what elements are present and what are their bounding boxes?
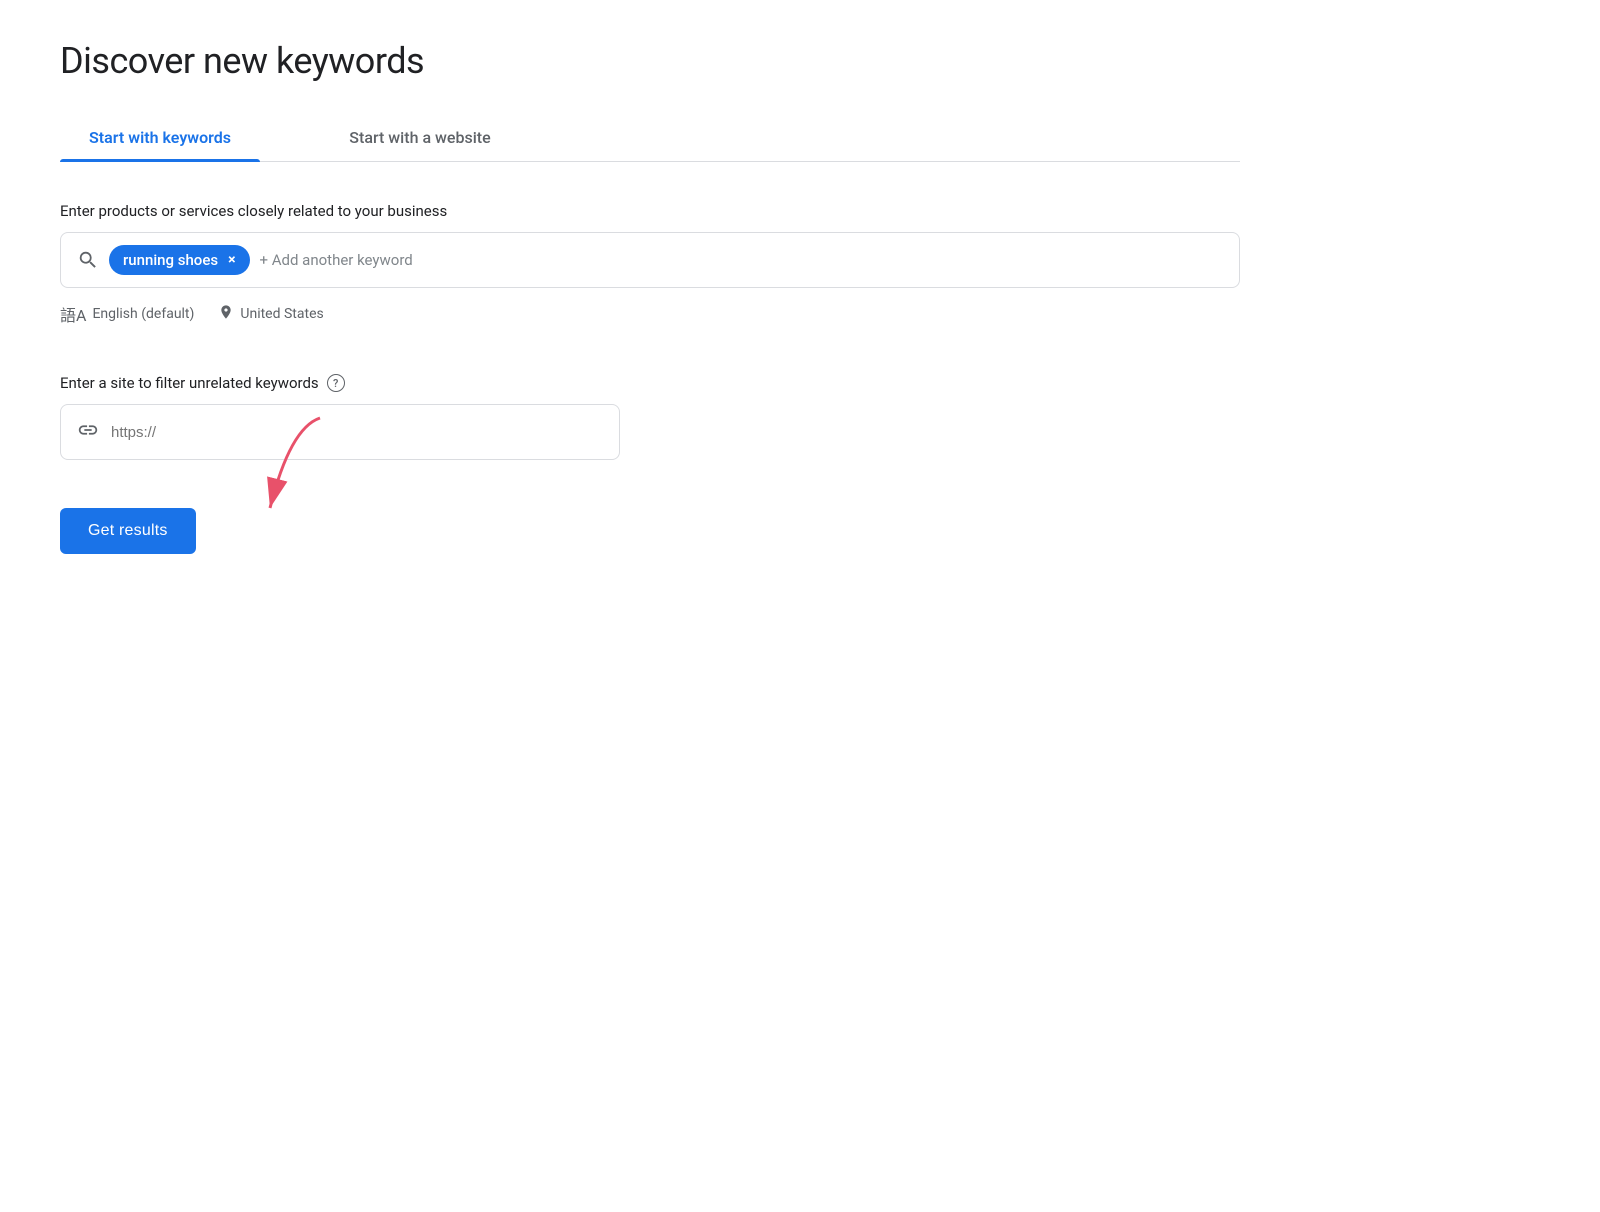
keyword-chip[interactable]: running shoes × xyxy=(109,245,250,275)
get-results-button[interactable]: Get results xyxy=(60,508,196,554)
language-label: English (default) xyxy=(92,306,194,322)
location-icon xyxy=(218,304,234,324)
url-input-container[interactable] xyxy=(60,404,620,460)
tabs-container: Start with keywords Start with a website xyxy=(60,114,1240,162)
link-icon xyxy=(77,419,99,446)
keyword-input-box[interactable]: running shoes × + Add another keyword xyxy=(60,232,1240,288)
translate-icon: 語A xyxy=(60,302,86,326)
meta-row: 語A English (default) United States xyxy=(60,302,1240,326)
chip-label: running shoes xyxy=(123,251,218,269)
search-icon xyxy=(77,249,99,271)
url-input[interactable] xyxy=(111,424,603,441)
tab-content-keywords: Enter products or services closely relat… xyxy=(60,162,1240,554)
location-label: United States xyxy=(240,306,323,322)
filter-help-icon[interactable]: ? xyxy=(327,374,345,392)
get-results-section: Get results xyxy=(60,508,1240,554)
tab-start-with-website[interactable]: Start with a website xyxy=(320,114,520,161)
add-keyword-input[interactable]: + Add another keyword xyxy=(260,251,413,269)
tab-start-with-keywords[interactable]: Start with keywords xyxy=(60,114,260,161)
filter-label: Enter a site to filter unrelated keyword… xyxy=(60,374,319,392)
page-title: Discover new keywords xyxy=(60,40,1240,82)
language-selector[interactable]: 語A English (default) xyxy=(60,302,194,326)
filter-label-row: Enter a site to filter unrelated keyword… xyxy=(60,374,1240,392)
filter-section: Enter a site to filter unrelated keyword… xyxy=(60,374,1240,460)
chip-remove-button[interactable]: × xyxy=(228,253,235,267)
location-selector[interactable]: United States xyxy=(218,304,323,324)
products-label: Enter products or services closely relat… xyxy=(60,202,1240,220)
products-section: Enter products or services closely relat… xyxy=(60,202,1240,326)
